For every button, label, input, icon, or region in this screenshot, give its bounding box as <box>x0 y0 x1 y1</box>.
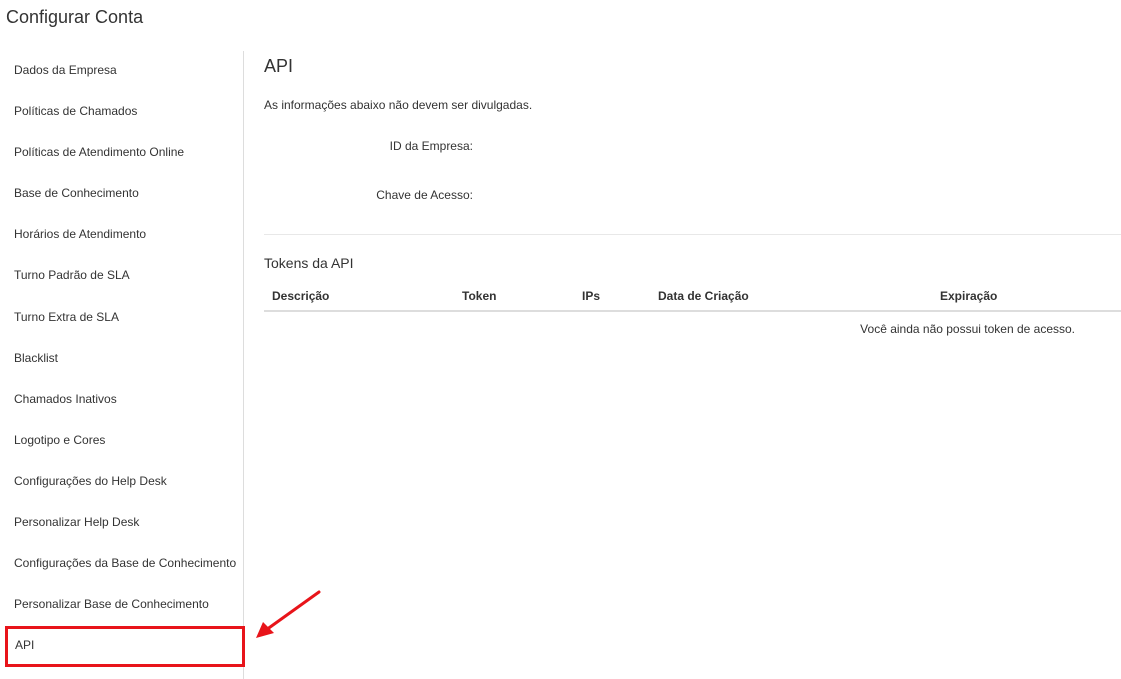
empty-tokens-message: Você ainda não possui token de acesso. <box>860 321 1075 336</box>
sidebar-item-online-service-policies[interactable]: Políticas de Atendimento Online <box>0 133 243 174</box>
section-title: API <box>264 56 294 76</box>
sidebar-item-ticket-policies[interactable]: Políticas de Chamados <box>0 92 243 133</box>
sidebar-menu: Dados da Empresa Políticas de Chamados P… <box>0 51 245 668</box>
sidebar-item-inactive-tickets[interactable]: Chamados Inativos <box>0 380 243 421</box>
section-divider <box>264 234 1121 235</box>
annotation-arrow-icon <box>256 590 321 638</box>
column-header-expiration: Expiração <box>895 281 1121 312</box>
column-header-description: Descrição <box>264 281 454 312</box>
column-header-ips: IPs <box>574 281 650 312</box>
table-header-row: Descrição Token IPs Data de Criação Expi… <box>264 281 1121 312</box>
column-header-creation-date: Data de Criação <box>650 281 895 312</box>
info-text: As informações abaixo não devem ser divu… <box>264 98 533 112</box>
sidebar-item-company-data[interactable]: Dados da Empresa <box>0 51 243 92</box>
sidebar-item-logo-colors[interactable]: Logotipo e Cores <box>0 421 243 462</box>
sidebar-item-sla-default-shift[interactable]: Turno Padrão de SLA <box>0 256 243 297</box>
sidebar-item-blacklist[interactable]: Blacklist <box>0 339 243 380</box>
sidebar: Dados da Empresa Políticas de Chamados P… <box>0 51 245 679</box>
sidebar-item-sla-extra-shift[interactable]: Turno Extra de SLA <box>0 298 243 339</box>
tokens-title: Tokens da API <box>264 255 354 271</box>
sidebar-item-customize-helpdesk[interactable]: Personalizar Help Desk <box>0 503 243 544</box>
sidebar-item-service-hours[interactable]: Horários de Atendimento <box>0 215 243 256</box>
sidebar-item-api[interactable]: API <box>5 626 245 668</box>
sidebar-item-knowledge-base[interactable]: Base de Conhecimento <box>0 174 243 215</box>
account-settings-page: Configurar Conta Dados da Empresa Políti… <box>0 0 1121 679</box>
sidebar-item-customize-knowledge-base[interactable]: Personalizar Base de Conhecimento <box>0 585 243 626</box>
sidebar-item-helpdesk-settings[interactable]: Configurações do Help Desk <box>0 462 243 503</box>
tokens-table: Descrição Token IPs Data de Criação Expi… <box>264 281 1121 345</box>
sidebar-item-knowledge-base-settings[interactable]: Configurações da Base de Conhecimento <box>0 544 243 585</box>
company-id-label: ID da Empresa: <box>389 139 473 153</box>
column-header-token: Token <box>454 281 574 312</box>
access-key-label: Chave de Acesso: <box>376 188 473 202</box>
table-row: Você ainda não possui token de acesso. <box>264 311 1121 345</box>
page-title: Configurar Conta <box>6 7 144 27</box>
